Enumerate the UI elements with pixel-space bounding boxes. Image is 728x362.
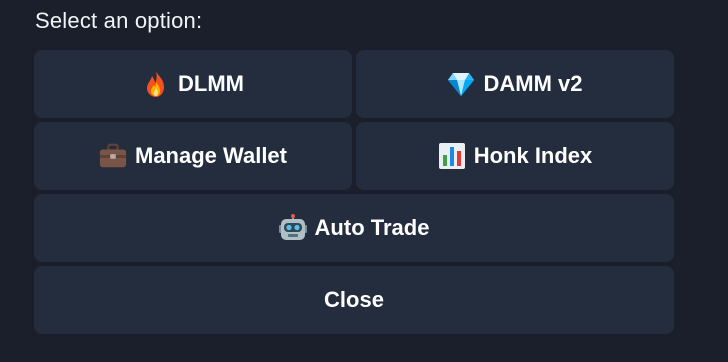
close-button-label: Close bbox=[324, 287, 384, 312]
robot-icon bbox=[278, 214, 307, 242]
auto-trade-button-label: Auto Trade bbox=[314, 215, 430, 240]
inline-keyboard: DLMM DAMM v2 Manage Wallet Honk Index Au… bbox=[34, 50, 674, 338]
damm-v2-button[interactable]: DAMM v2 bbox=[356, 50, 674, 118]
manage-wallet-button-label: Manage Wallet bbox=[135, 143, 287, 168]
close-button[interactable]: Close bbox=[34, 266, 674, 334]
honk-index-button[interactable]: Honk Index bbox=[356, 122, 674, 190]
damm-v2-button-label: DAMM v2 bbox=[483, 71, 583, 96]
gem-icon bbox=[447, 70, 475, 98]
keyboard-row-1: DLMM DAMM v2 bbox=[34, 50, 674, 118]
keyboard-row-3: Auto Trade bbox=[34, 194, 674, 262]
auto-trade-button[interactable]: Auto Trade bbox=[34, 194, 674, 262]
fire-icon bbox=[142, 70, 170, 98]
dlmm-button[interactable]: DLMM bbox=[34, 50, 352, 118]
briefcase-icon bbox=[99, 142, 127, 170]
manage-wallet-button[interactable]: Manage Wallet bbox=[34, 122, 352, 190]
keyboard-row-2: Manage Wallet Honk Index bbox=[34, 122, 674, 190]
keyboard-row-4: Close bbox=[34, 266, 674, 334]
bar-chart-icon bbox=[438, 142, 466, 170]
dlmm-button-label: DLMM bbox=[178, 71, 244, 96]
prompt-text: Select an option: bbox=[35, 8, 203, 33]
honk-index-button-label: Honk Index bbox=[473, 143, 593, 168]
